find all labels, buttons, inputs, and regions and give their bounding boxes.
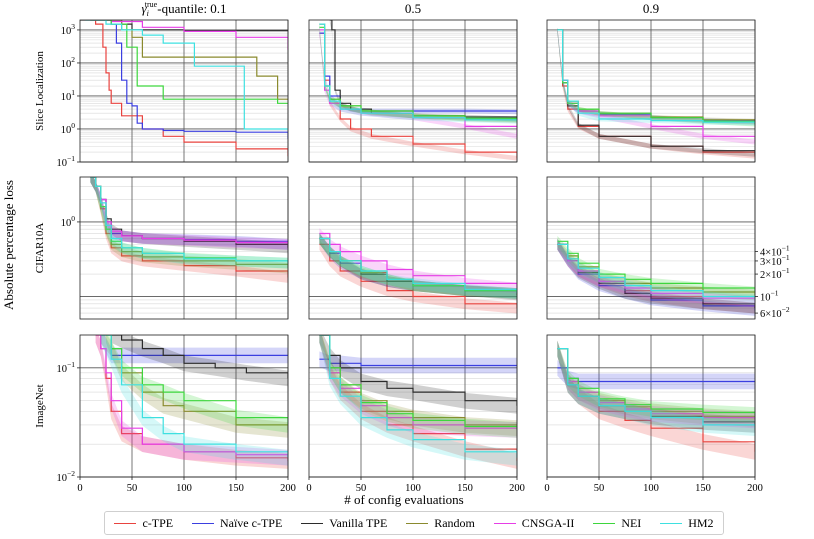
- legend-label: Random: [434, 515, 475, 530]
- x-tick-label: 100: [176, 483, 192, 494]
- legend-swatch: [114, 522, 137, 524]
- y-tick-label: 101: [61, 88, 76, 103]
- y-tick-label: 10−1: [57, 360, 76, 375]
- column-title-2: 0.9: [643, 1, 659, 16]
- column-title-0: γitrue-quantile: 0.1: [141, 0, 226, 18]
- row-label-2: ImageNet: [34, 384, 46, 427]
- right-y-tick-label: 10−1: [760, 289, 779, 304]
- legend-swatch: [493, 522, 516, 524]
- row-label-1: CIFAR10A: [34, 223, 46, 274]
- x-tick-label: 150: [228, 483, 244, 494]
- column-title-1: 0.5: [405, 1, 421, 16]
- y-tick-label: 100: [61, 214, 76, 229]
- x-tick-label: 0: [77, 483, 82, 494]
- legend-item: Random: [406, 516, 475, 531]
- y-tick-label: 102: [61, 55, 76, 70]
- legend-swatch: [301, 522, 324, 524]
- legend-item: CNSGA-II: [493, 515, 575, 531]
- legend-label: Naïve c-TPE: [219, 515, 283, 530]
- figure-ylabel: Absolute percentage loss: [1, 180, 16, 310]
- panel-r2-c0: 10−1 10−20 50 100 150 200: [57, 334, 296, 494]
- panel-r0-c2: [546, 19, 756, 163]
- panel-r1-c1: [308, 176, 518, 320]
- legend-item: Naïve c-TPE: [191, 515, 283, 531]
- x-tick-label: 200: [280, 483, 296, 494]
- panel-r1-c0: 100: [61, 176, 289, 320]
- y-tick-label: 100: [61, 121, 76, 136]
- row-label-0: Slice Localization: [34, 51, 46, 131]
- right-y-tick-label: 6×10−2: [760, 305, 790, 320]
- legend-swatch: [660, 522, 683, 524]
- legend-item: NEI: [593, 516, 641, 531]
- x-tick-label: 50: [594, 483, 605, 494]
- y-tick-label: 103: [61, 22, 76, 37]
- figure-xlabel: # of config evaluations: [344, 492, 464, 507]
- x-tick-label: 100: [643, 483, 659, 494]
- figure-canvas: Absolute percentage loss # of config eval…: [1, 0, 790, 507]
- legend-label: Vanilla TPE: [329, 515, 388, 530]
- panel-r2-c1: 0 50 100 150 200: [306, 334, 525, 494]
- legend-swatch: [191, 522, 214, 524]
- panel-r2-c2: 0 50 100 150 200: [544, 334, 763, 494]
- x-tick-label: 50: [127, 483, 138, 494]
- legend-label: NEI: [621, 515, 642, 530]
- x-tick-label: 50: [356, 483, 367, 494]
- y-tick-label: 10−2: [57, 469, 76, 484]
- right-y-tick-label: 2×10−1: [760, 266, 790, 281]
- legend-label: HM2: [688, 515, 714, 530]
- panel-r0-c0: 103 102 101 100 10−1: [57, 19, 289, 169]
- x-tick-label: 150: [695, 483, 711, 494]
- legend-item: Vanilla TPE: [301, 516, 387, 531]
- panel-r0-c1: [308, 19, 518, 163]
- y-tick-label: 10−1: [57, 154, 76, 169]
- legend-swatch: [593, 522, 616, 524]
- legend-label: CNSGA-II: [521, 515, 575, 530]
- legend: c-TPE Naïve c-TPE Vanilla TPE Random CNSGA-I…: [104, 511, 724, 535]
- legend-label: c-TPE: [142, 515, 174, 530]
- legend-swatch: [406, 522, 429, 524]
- x-tick-label: 0: [306, 483, 311, 494]
- x-tick-label: 0: [544, 483, 549, 494]
- x-tick-label: 150: [457, 483, 473, 494]
- panel-r1-c2: 4×10−13×10−12×10−110−16×10−2: [546, 176, 790, 320]
- x-tick-label: 200: [747, 483, 763, 494]
- legend-item: c-TPE: [114, 516, 173, 531]
- x-tick-label: 100: [405, 483, 421, 494]
- x-tick-label: 200: [509, 483, 525, 494]
- legend-item: HM2: [660, 515, 714, 531]
